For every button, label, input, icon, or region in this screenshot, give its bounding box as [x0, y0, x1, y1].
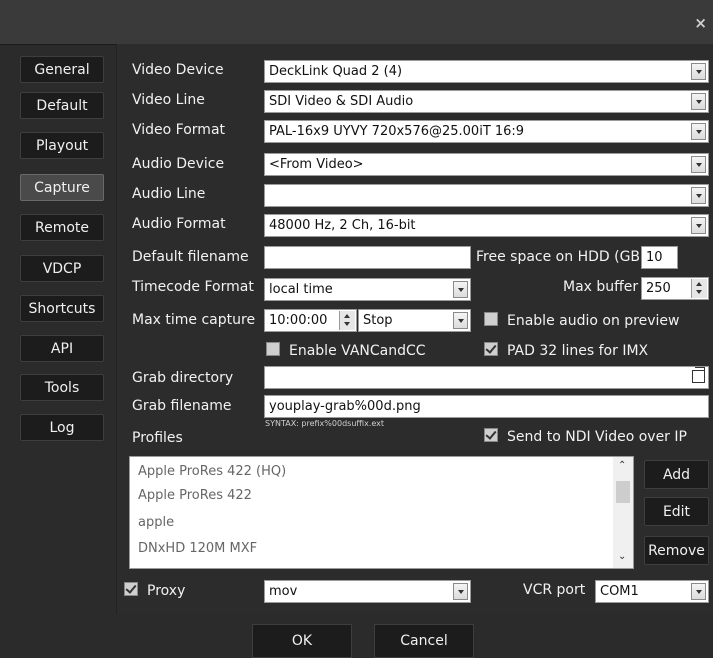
vcr-port-select[interactable]: COM1 — [595, 580, 709, 603]
audio-device-select[interactable]: <From Video> — [264, 153, 709, 176]
spinner-arrows-icon[interactable] — [691, 279, 707, 298]
proxy-checkbox[interactable]: Proxy — [124, 582, 185, 599]
sidebar-item-general[interactable]: General — [20, 56, 104, 83]
syntax-hint: SYNTAX: prefix%00dsuffix.ext — [265, 419, 385, 428]
list-item[interactable]: Apple ProRes 422 (HQ) — [138, 464, 286, 479]
sidebar-item-api[interactable]: API — [20, 335, 104, 362]
video-format-label: Video Format — [132, 122, 226, 138]
chevron-down-icon[interactable] — [691, 583, 706, 600]
max-time-capture-label: Max time capture — [132, 312, 256, 328]
timecode-format-select[interactable]: local time — [264, 278, 471, 301]
pad32-checkbox[interactable]: PAD 32 lines for IMX — [484, 342, 648, 359]
audio-line-label: Audio Line — [132, 186, 206, 202]
title-bar: × — [0, 0, 713, 45]
checkmark-icon — [124, 582, 138, 596]
chevron-down-icon[interactable] — [453, 312, 468, 329]
video-device-value: DeckLink Quad 2 (4) — [269, 64, 403, 79]
ok-button[interactable]: OK — [252, 624, 352, 658]
audio-line-select[interactable] — [264, 184, 709, 207]
sidebar-item-playout[interactable]: Playout — [20, 132, 104, 159]
checkbox-icon — [266, 342, 280, 356]
video-format-select[interactable]: PAL-16x9 UYVY 720x576@25.00iT 16:9 — [264, 120, 709, 143]
enable-audio-preview-label: Enable audio on preview — [507, 313, 680, 329]
grab-filename-label: Grab filename — [132, 398, 232, 414]
enable-audio-preview-checkbox[interactable]: Enable audio on preview — [484, 312, 679, 329]
timecode-format-value: local time — [269, 282, 333, 297]
video-format-value: PAL-16x9 UYVY 720x576@25.00iT 16:9 — [269, 124, 525, 139]
timecode-format-label: Timecode Format — [132, 279, 254, 295]
chevron-down-icon[interactable] — [691, 123, 706, 140]
enable-vanc-label: Enable VANCandCC — [289, 343, 426, 359]
video-line-label: Video Line — [132, 92, 205, 108]
grab-filename-input[interactable]: youplay-grab%00d.png — [264, 395, 709, 418]
vcr-port-value: COM1 — [600, 584, 639, 599]
list-item[interactable]: Apple ProRes 422 — [138, 488, 252, 503]
sidebar-item-vdcp[interactable]: VDCP — [20, 255, 104, 282]
spinner-arrows-icon[interactable] — [339, 311, 355, 330]
max-buffer-spinner[interactable]: 250 — [641, 277, 709, 300]
max-buffer-label: Max buffer — [563, 279, 639, 295]
pad32-label: PAD 32 lines for IMX — [507, 343, 649, 359]
free-space-label: Free space on HDD (GB) — [476, 249, 646, 265]
max-buffer-value: 250 — [646, 281, 671, 296]
proxy-format-select[interactable]: mov — [264, 580, 471, 603]
profiles-label: Profiles — [132, 430, 183, 446]
video-line-select[interactable]: SDI Video & SDI Audio — [264, 90, 709, 113]
video-line-value: SDI Video & SDI Audio — [269, 94, 414, 109]
max-time-capture-spinner[interactable]: 10:00:00 — [264, 309, 357, 332]
default-filename-input[interactable] — [264, 246, 471, 269]
sidebar-item-tools[interactable]: Tools — [20, 374, 104, 401]
sidebar-item-capture[interactable]: Capture — [20, 174, 104, 201]
chevron-down-icon[interactable] — [691, 93, 706, 110]
chevron-down-icon[interactable] — [691, 217, 706, 234]
edit-profile-button[interactable]: Edit — [644, 497, 709, 526]
settings-dialog: × General Default Playout Capture Remote… — [0, 0, 713, 658]
chevron-down-icon[interactable] — [691, 187, 706, 204]
grab-directory-input[interactable] — [264, 366, 709, 389]
add-profile-button[interactable]: Add — [644, 460, 709, 489]
audio-device-value: <From Video> — [269, 157, 364, 172]
max-time-value: 10:00:00 — [269, 313, 328, 328]
chevron-down-icon[interactable] — [453, 583, 468, 600]
vcr-port-label: VCR port — [523, 582, 586, 598]
free-space-input[interactable]: 10 — [641, 246, 678, 269]
profiles-scrollbar[interactable]: ⌃ ⌄ — [613, 457, 633, 568]
profiles-list[interactable]: Apple ProRes 422 (HQ) Apple ProRes 422 a… — [129, 456, 634, 569]
scrollbar-thumb[interactable] — [616, 481, 630, 503]
enable-vanc-checkbox[interactable]: Enable VANCandCC — [266, 342, 426, 359]
proxy-format-value: mov — [269, 584, 298, 599]
checkmark-icon — [484, 342, 498, 356]
grab-directory-label: Grab directory — [132, 370, 234, 386]
audio-format-select[interactable]: 48000 Hz, 2 Ch, 16-bit — [264, 214, 709, 237]
chevron-down-icon[interactable] — [453, 281, 468, 298]
sidebar-item-default[interactable]: Default — [20, 92, 104, 119]
list-item[interactable]: DNxHD 120M MXF — [138, 541, 257, 556]
close-icon[interactable]: × — [694, 14, 707, 32]
video-device-select[interactable]: DeckLink Quad 2 (4) — [264, 60, 709, 83]
cancel-button[interactable]: Cancel — [374, 624, 474, 658]
video-device-label: Video Device — [132, 62, 224, 78]
browse-folder-icon[interactable] — [692, 367, 705, 383]
checkbox-icon — [484, 312, 498, 326]
chevron-down-icon[interactable]: ⌄ — [618, 551, 626, 562]
send-ndi-label: Send to NDI Video over IP — [507, 429, 687, 445]
footer-bar — [0, 614, 713, 658]
default-filename-label: Default filename — [132, 249, 249, 265]
send-ndi-checkbox[interactable]: Send to NDI Video over IP — [484, 428, 687, 445]
sidebar-item-shortcuts[interactable]: Shortcuts — [20, 295, 104, 322]
chevron-up-icon[interactable]: ⌃ — [618, 460, 626, 471]
audio-format-label: Audio Format — [132, 216, 226, 232]
sidebar-item-remote[interactable]: Remote — [20, 214, 104, 241]
checkmark-icon — [484, 428, 498, 442]
capture-end-action-value: Stop — [363, 313, 393, 328]
audio-device-label: Audio Device — [132, 156, 225, 172]
audio-format-value: 48000 Hz, 2 Ch, 16-bit — [269, 218, 416, 233]
sidebar-item-log[interactable]: Log — [20, 414, 104, 441]
chevron-down-icon[interactable] — [691, 63, 706, 80]
chevron-down-icon[interactable] — [691, 156, 706, 173]
list-item[interactable]: apple — [138, 515, 174, 530]
proxy-label: Proxy — [147, 583, 186, 599]
capture-end-action-select[interactable]: Stop — [358, 309, 471, 332]
remove-profile-button[interactable]: Remove — [644, 536, 709, 565]
